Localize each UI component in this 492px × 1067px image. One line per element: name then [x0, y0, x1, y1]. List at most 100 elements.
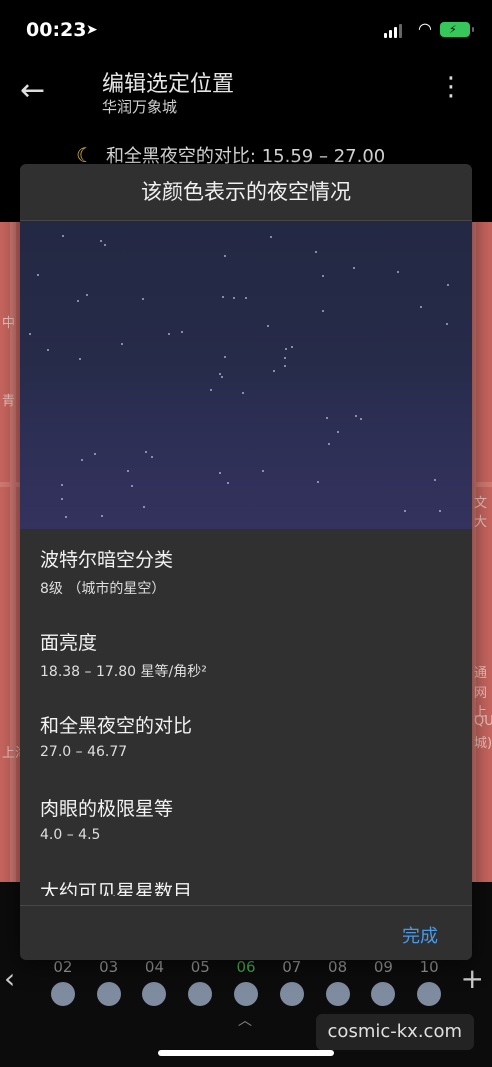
wifi-icon: ◠ [418, 19, 432, 38]
star-dot [352, 267, 355, 270]
star-dot [316, 481, 319, 484]
list-item: 波特尔暗空分类 8级 （城市的星空） [40, 545, 173, 598]
hour-slot[interactable]: 05 [177, 958, 223, 1006]
star-dot [337, 431, 340, 434]
item-label: 大约可见星星数目 [40, 881, 193, 896]
done-button[interactable]: 完成 [402, 922, 438, 948]
moon-phase-icon [279, 982, 304, 1006]
hour-slot[interactable]: 06 [223, 958, 269, 1006]
star-dot [65, 516, 68, 519]
star-dot [224, 356, 227, 359]
star-dot [284, 365, 287, 368]
star-dot [224, 255, 227, 258]
star-dot [446, 283, 449, 286]
star-dot [266, 324, 269, 327]
status-bar: 00:23 ➤ ◠ ⚡ [0, 0, 492, 60]
star-dot [61, 497, 64, 500]
location-arrow-icon: ➤ [86, 22, 98, 38]
list-item: 和全黑夜空的对比 27.0 – 46.77 [40, 711, 192, 760]
hour-slot[interactable]: 09 [360, 958, 406, 1006]
star-dot [420, 305, 423, 308]
star-dot [241, 391, 244, 394]
hour-slot[interactable]: 08 [315, 958, 361, 1006]
moon-phase-icon [325, 982, 350, 1006]
star-dot [321, 310, 324, 313]
star-dot [269, 235, 272, 238]
star-dot [245, 297, 248, 300]
item-label: 肉眼的极限星等 [40, 798, 174, 820]
moon-phase-icon [417, 982, 442, 1006]
page-title: 编辑选定位置 [102, 72, 235, 97]
hour-slot[interactable]: 10 [406, 958, 452, 1006]
watermark: cosmic-kx.com [315, 1014, 474, 1050]
dialog-title: 该颜色表示的夜空情况 [20, 164, 472, 221]
star-dot [291, 345, 294, 348]
item-label: 波特尔暗空分类 [40, 549, 174, 571]
star-dot [359, 418, 362, 421]
dialog-divider [20, 905, 472, 906]
star-dot [100, 514, 103, 517]
hour-label: 02 [53, 958, 73, 976]
hour-slot[interactable]: 04 [132, 958, 178, 1006]
star-dot [403, 509, 406, 512]
star-dot [327, 442, 330, 445]
star-dot [151, 455, 154, 458]
page-subtitle: 华润万象城 [102, 98, 178, 116]
item-value: 27.0 – 46.77 [40, 744, 128, 760]
item-label: 和全黑夜空的对比 [40, 715, 193, 737]
star-dot [79, 357, 82, 360]
star-dot [85, 293, 88, 296]
hour-label: 03 [99, 958, 119, 976]
hour-timeline[interactable]: 02 03 04 05 06 07 08 09 10 [40, 958, 452, 1006]
list-item: 肉眼的极限星等 4.0 – 4.5 [40, 794, 173, 843]
hour-label: 08 [328, 958, 348, 976]
app-bar: ← 编辑选定位置 华润万象城 ⋮ [0, 60, 492, 130]
hour-label: 09 [373, 958, 393, 976]
star-dot [127, 469, 130, 472]
hour-slot[interactable]: 02 [40, 958, 86, 1006]
star-dot [439, 510, 442, 513]
star-dot [142, 297, 145, 300]
previous-arrow-icon[interactable]: ‹ [4, 962, 15, 995]
moon-phase-icon [96, 982, 121, 1006]
home-indicator[interactable] [158, 1050, 334, 1056]
star-dot [222, 296, 225, 299]
star-dot [61, 235, 64, 238]
hour-label: 05 [190, 958, 210, 976]
star-dot [233, 297, 236, 300]
item-label: 面亮度 [40, 632, 98, 654]
star-dot [262, 469, 265, 472]
hour-slot[interactable]: 07 [269, 958, 315, 1006]
star-dot [315, 251, 318, 254]
moon-phase-icon [371, 982, 396, 1006]
back-arrow-icon[interactable]: ← [20, 76, 45, 106]
list-item: 大约可见星星数目 [40, 877, 192, 896]
item-value: 18.38 – 17.80 星等/角秒² [40, 664, 207, 680]
chevron-up-icon[interactable]: ︿ [238, 1010, 252, 1030]
moon-phase-icon [188, 982, 213, 1006]
list-item: 面亮度 18.38 – 17.80 星等/角秒² [40, 628, 207, 681]
more-vertical-icon[interactable]: ⋮ [438, 74, 464, 100]
star-dot [285, 348, 288, 351]
hour-slot[interactable]: 03 [86, 958, 132, 1006]
cellular-signal-icon [384, 24, 402, 38]
star-dot [144, 451, 147, 454]
star-dot [60, 483, 63, 486]
star-dot [321, 274, 324, 277]
star-dot [103, 243, 106, 246]
star-dot [446, 323, 449, 326]
battery-charging-icon: ⚡ [440, 22, 474, 37]
moon-phase-icon [234, 982, 259, 1006]
sky-info-list[interactable]: 波特尔暗空分类 8级 （城市的星空） 面亮度 18.38 – 17.80 星等/… [20, 529, 472, 896]
star-dot [397, 271, 400, 274]
hour-label: 10 [419, 958, 439, 976]
star-dot [100, 239, 103, 242]
star-dot [76, 299, 79, 302]
star-dot [81, 459, 84, 462]
star-dot [180, 330, 183, 333]
star-dot [210, 388, 213, 391]
star-dot [325, 416, 328, 419]
star-dot [283, 356, 286, 359]
add-icon[interactable]: + [461, 962, 484, 995]
star-dot [354, 414, 357, 417]
